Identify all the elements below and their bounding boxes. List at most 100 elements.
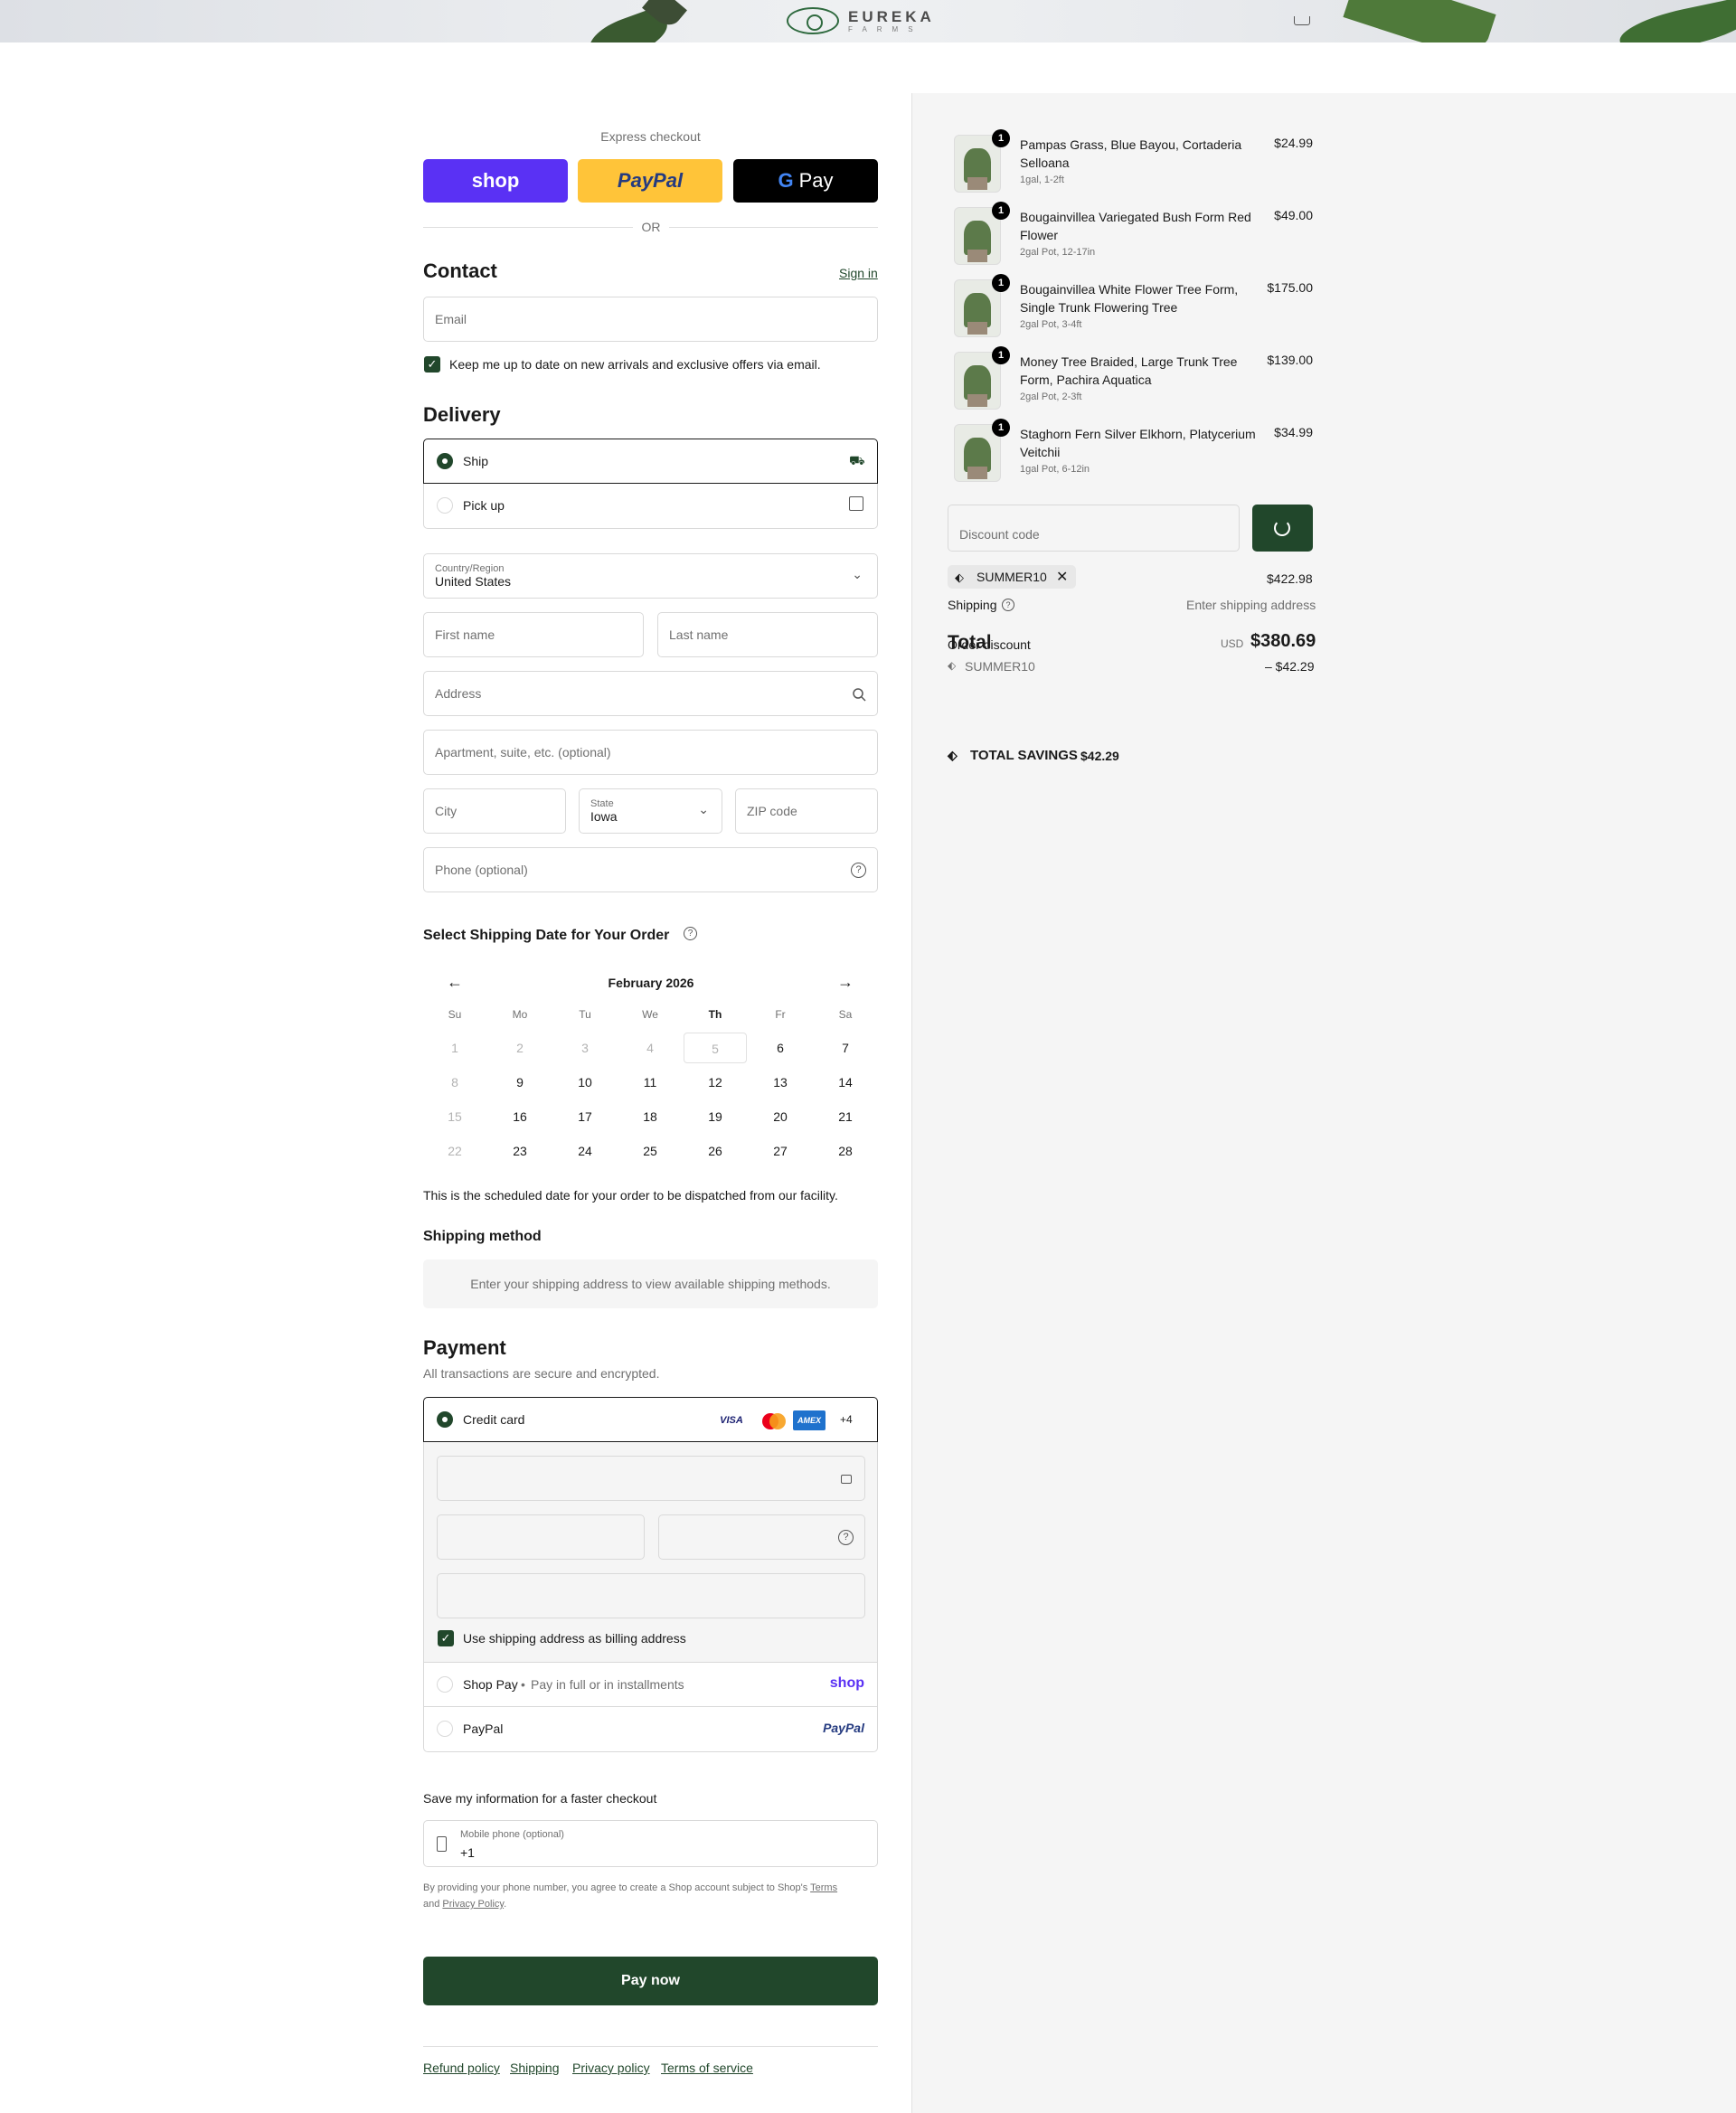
calendar-day[interactable]: 21 bbox=[814, 1101, 877, 1132]
mobile-phone-label: Mobile phone (optional) bbox=[460, 1829, 564, 1840]
state-select[interactable]: State Iowa ⌄ bbox=[579, 788, 722, 834]
pickup-radio[interactable] bbox=[437, 497, 453, 514]
pickup-option[interactable]: Pick up bbox=[423, 484, 878, 529]
google-g-icon: G bbox=[778, 169, 794, 192]
product-name: Bougainvillea White Flower Tree Form, Si… bbox=[1020, 282, 1239, 315]
zip-field[interactable]: ZIP code bbox=[735, 788, 878, 834]
calendar-day[interactable]: 14 bbox=[814, 1067, 877, 1098]
google-pay-button[interactable]: G Pay bbox=[733, 159, 878, 203]
applied-discount-tag: ⬖ SUMMER10 ✕ bbox=[948, 565, 1076, 589]
calendar-day[interactable]: 10 bbox=[553, 1067, 617, 1098]
product-variant: 1gal Pot, 6-12in bbox=[1020, 464, 1090, 475]
header-banner: EUREKA FARMS bbox=[0, 0, 1736, 42]
help-icon[interactable]: ? bbox=[684, 927, 697, 940]
product-name: Bougainvillea Variegated Bush Form Red F… bbox=[1020, 210, 1251, 242]
calendar-day[interactable]: 11 bbox=[618, 1067, 682, 1098]
calendar-day[interactable]: 24 bbox=[553, 1136, 617, 1166]
discount-amount: – $42.29 bbox=[1265, 659, 1315, 674]
subtotal-value: $422.98 bbox=[1267, 571, 1313, 586]
ship-option[interactable]: Ship ⛟ bbox=[423, 439, 878, 484]
calendar-day[interactable]: 27 bbox=[749, 1136, 812, 1166]
logo-icon bbox=[787, 7, 839, 34]
discount-code-field[interactable]: Discount code bbox=[948, 505, 1240, 552]
city-field[interactable]: City bbox=[423, 788, 566, 834]
name-on-card-field[interactable] bbox=[437, 1573, 865, 1618]
shipping-method-empty: Enter your shipping address to view avai… bbox=[423, 1259, 878, 1308]
product-price: $49.00 bbox=[1274, 208, 1313, 222]
newsletter-checkbox[interactable]: ✓ bbox=[424, 356, 440, 373]
billing-same-checkbox[interactable]: ✓ bbox=[438, 1630, 454, 1646]
calendar-day[interactable]: 16 bbox=[488, 1101, 552, 1132]
paypal-label: PayPal bbox=[463, 1722, 504, 1736]
weekday-label: Tu bbox=[579, 1008, 591, 1021]
truck-icon: ⛟ bbox=[849, 453, 865, 467]
calendar-day[interactable]: 9 bbox=[488, 1067, 552, 1098]
calendar-day: 4 bbox=[646, 1041, 654, 1055]
shop-pay-button[interactable]: shop bbox=[423, 159, 568, 203]
product-variant: 2gal Pot, 3-4ft bbox=[1020, 319, 1082, 330]
apply-discount-button[interactable] bbox=[1252, 505, 1313, 552]
help-icon[interactable]: ? bbox=[1002, 599, 1014, 611]
credit-card-option[interactable]: Credit card VISA AMEX +4 bbox=[423, 1397, 878, 1442]
calendar-day: 2 bbox=[516, 1041, 524, 1055]
calendar-day: 15 bbox=[448, 1109, 462, 1124]
calendar-day[interactable]: 17 bbox=[553, 1101, 617, 1132]
calendar-day[interactable]: 19 bbox=[684, 1101, 747, 1132]
terms-of-service-link[interactable]: Terms of service bbox=[661, 2061, 753, 2075]
last-name-field[interactable]: Last name bbox=[657, 612, 878, 657]
security-code-field[interactable]: ? bbox=[658, 1514, 865, 1560]
mobile-phone-field[interactable]: Mobile phone (optional) +1 bbox=[423, 1820, 878, 1867]
paypal-radio[interactable] bbox=[437, 1721, 453, 1737]
expiry-field[interactable] bbox=[437, 1514, 645, 1560]
first-name-field[interactable]: First name bbox=[423, 612, 644, 657]
express-checkout-label: Express checkout bbox=[600, 129, 701, 144]
calendar-day[interactable]: 13 bbox=[749, 1067, 812, 1098]
calendar-day[interactable]: 28 bbox=[814, 1136, 877, 1166]
ship-radio[interactable] bbox=[437, 453, 453, 469]
country-label: Country/Region bbox=[435, 563, 505, 574]
card-number-field[interactable] bbox=[437, 1456, 865, 1501]
calendar-day[interactable]: 12 bbox=[684, 1067, 747, 1098]
email-placeholder: Email bbox=[435, 312, 467, 326]
calendar-day[interactable]: 26 bbox=[684, 1136, 747, 1166]
paypal-logo: PayPal bbox=[617, 169, 684, 192]
shop-pay-radio[interactable] bbox=[437, 1676, 453, 1693]
help-icon[interactable]: ? bbox=[838, 1530, 854, 1545]
pay-now-button[interactable]: Pay now bbox=[423, 1957, 878, 2005]
privacy-policy-link[interactable]: Privacy policy bbox=[572, 2061, 650, 2075]
calendar-day[interactable]: 20 bbox=[749, 1101, 812, 1132]
search-icon bbox=[853, 688, 866, 702]
shop-pay-option[interactable]: Shop Pay • Pay in full or in installment… bbox=[423, 1662, 878, 1707]
mastercard-icon bbox=[759, 1412, 788, 1430]
help-icon[interactable]: ? bbox=[851, 863, 866, 878]
remove-discount-icon[interactable]: ✕ bbox=[1056, 568, 1068, 586]
tag-icon: ⬖ bbox=[955, 571, 964, 584]
phone-field[interactable]: Phone (optional) ? bbox=[423, 847, 878, 892]
apartment-field[interactable]: Apartment, suite, etc. (optional) bbox=[423, 730, 878, 775]
mobile-phone-value: +1 bbox=[460, 1845, 475, 1860]
previous-month-button[interactable]: ← bbox=[447, 973, 463, 992]
calendar-day[interactable]: 6 bbox=[749, 1033, 812, 1063]
refund-policy-link[interactable]: Refund policy bbox=[423, 2061, 500, 2075]
paypal-option[interactable]: PayPal PayPal bbox=[423, 1707, 878, 1752]
terms-link[interactable]: Terms bbox=[810, 1882, 837, 1893]
email-field[interactable]: Email bbox=[423, 297, 878, 342]
paypal-button[interactable]: PayPal bbox=[578, 159, 722, 203]
credit-card-radio[interactable] bbox=[437, 1411, 453, 1428]
calendar-day[interactable]: 25 bbox=[618, 1136, 682, 1166]
calendar-day[interactable]: 23 bbox=[488, 1136, 552, 1166]
shipping-policy-link[interactable]: Shipping bbox=[510, 2061, 560, 2075]
calendar-day[interactable]: 7 bbox=[814, 1033, 877, 1063]
tag-icon: ⬖ bbox=[948, 659, 957, 672]
product-price: $24.99 bbox=[1274, 136, 1313, 150]
next-month-button[interactable]: → bbox=[837, 973, 854, 992]
country-select[interactable]: Country/Region United States ⌄ bbox=[423, 553, 878, 599]
privacy-link[interactable]: Privacy Policy bbox=[442, 1899, 504, 1910]
bullet: • bbox=[521, 1677, 525, 1692]
calendar-day[interactable]: 18 bbox=[618, 1101, 682, 1132]
address-field[interactable]: Address bbox=[423, 671, 878, 716]
weekday-label: Th bbox=[708, 1008, 722, 1021]
sign-in-link[interactable]: Sign in bbox=[839, 266, 878, 280]
cart-icon[interactable] bbox=[1294, 16, 1310, 25]
brand-logo[interactable]: EUREKA FARMS bbox=[787, 7, 935, 34]
